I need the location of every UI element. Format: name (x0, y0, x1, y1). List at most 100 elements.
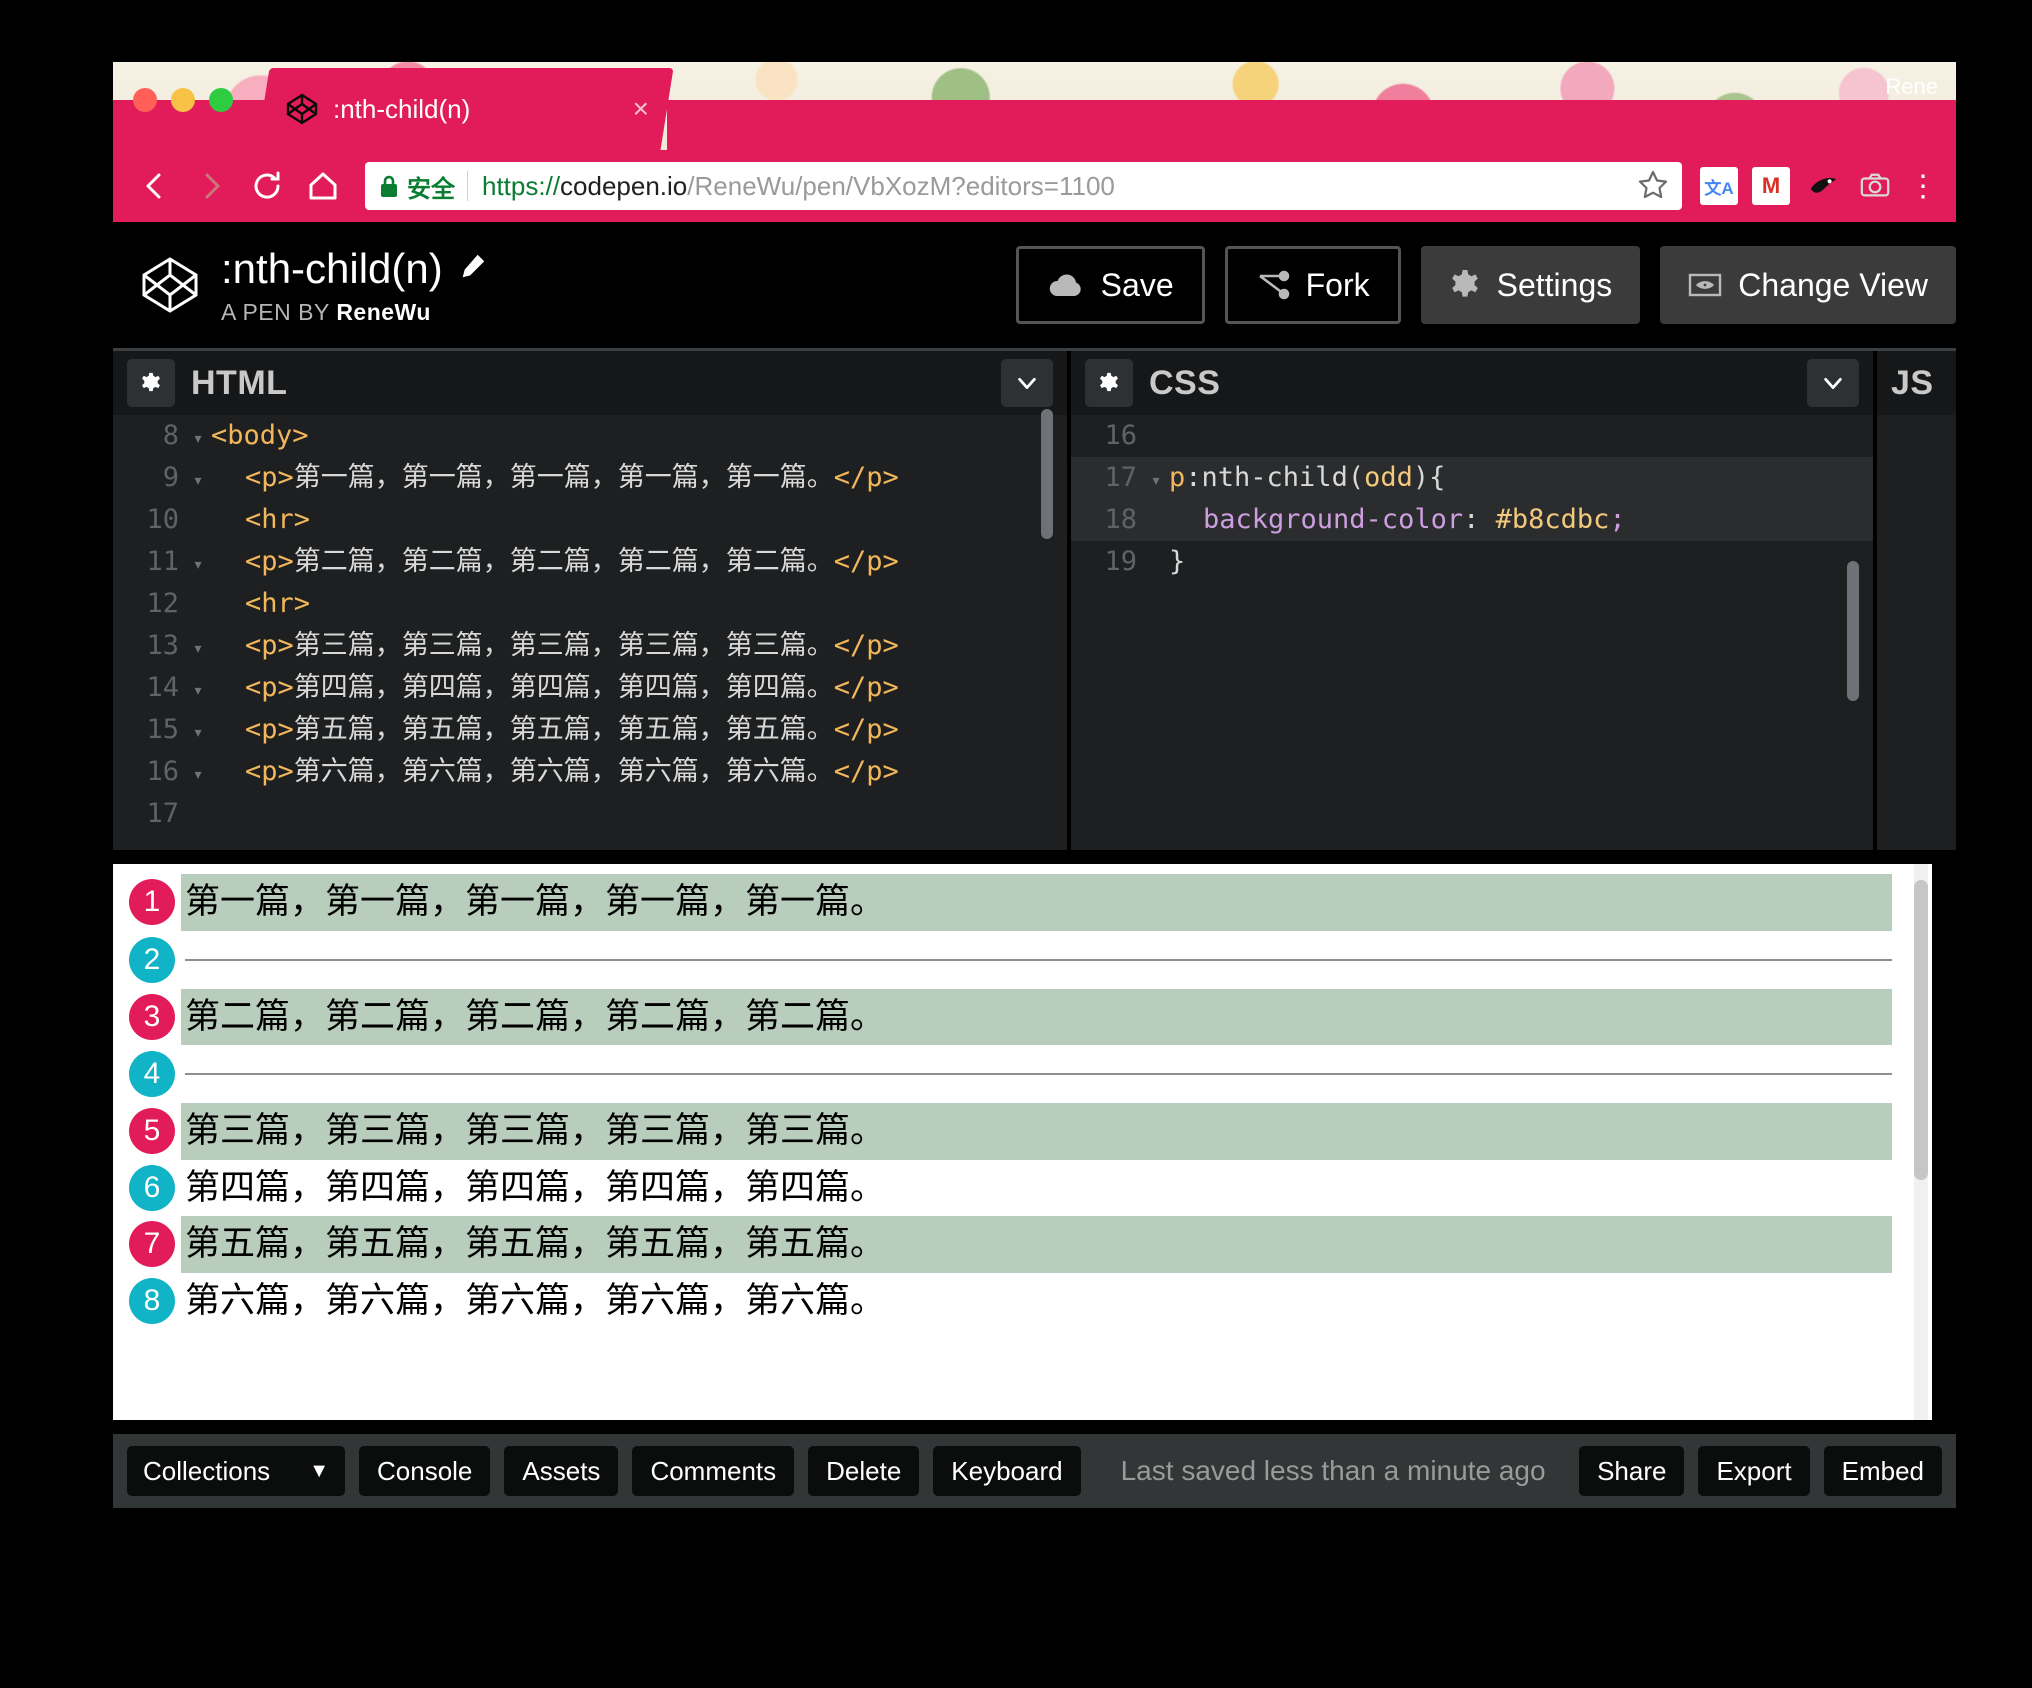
translate-extension-icon[interactable]: 文A (1700, 167, 1738, 205)
settings-button[interactable]: Settings (1420, 246, 1641, 324)
close-window-button[interactable] (133, 88, 157, 112)
child-index-badge: 7 (129, 1221, 175, 1268)
save-button-label: Save (1100, 266, 1174, 303)
css-settings-gear-icon[interactable] (1085, 359, 1133, 407)
pen-title-row: :nth-child(n) (221, 245, 487, 293)
codepen-favicon-icon (285, 92, 319, 126)
css-editor-pane: CSS 16 17 ▾ p:nth-child(odd){18 background-c… (1071, 351, 1877, 850)
bookmark-star-icon[interactable] (1622, 169, 1668, 204)
code-line: 14 ▾ <p>第四篇，第四篇，第四篇，第四篇，第四篇。</p> (113, 667, 1067, 709)
collections-dropdown-label: Collections (143, 1455, 271, 1486)
code-line-text: background-color: #b8cdbc; (1203, 504, 1626, 535)
url-scheme: https:// (482, 170, 561, 201)
child-index-badge: 2 (129, 936, 175, 983)
code-line-text: <p>第三篇，第三篇，第三篇，第三篇，第三篇。</p> (245, 630, 899, 661)
change-view-button[interactable]: Change View (1660, 246, 1956, 324)
url-text: https://codepen.io/ReneWu/pen/VbXozM?edi… (482, 171, 1115, 202)
gmail-extension-icon[interactable]: M (1752, 167, 1790, 205)
codepen-logo-icon[interactable] (139, 254, 201, 316)
secure-badge-label: 安全 (407, 175, 455, 203)
embed-button[interactable]: Embed (1823, 1446, 1942, 1496)
delete-button[interactable]: Delete (808, 1446, 920, 1496)
code-line: 16 (1071, 415, 1873, 457)
code-fold-arrow-icon[interactable]: ▾ (185, 460, 211, 502)
code-line-text: <p>第六篇，第六篇，第六篇，第六篇，第六篇。</p> (245, 756, 899, 787)
code-line: 12 <hr> (113, 583, 1067, 625)
pen-meta: :nth-child(n) A PEN BY ReneWu (221, 245, 487, 326)
minimize-window-button[interactable] (171, 88, 195, 112)
code-line: 10 <hr> (113, 499, 1067, 541)
code-fold-arrow-icon[interactable]: ▾ (185, 670, 211, 712)
code-line: 8 ▾ <body> (113, 415, 1067, 457)
forward-arrow-icon[interactable] (191, 166, 231, 206)
code-line: 16 ▾ <p>第六篇，第六篇，第六篇，第六篇，第六篇。</p> (113, 751, 1067, 793)
code-line-text: p:nth-child(odd){ (1169, 462, 1446, 493)
code-fold-arrow-icon[interactable]: ▾ (185, 418, 211, 460)
preview-paragraph-row: 3 第二篇，第二篇，第二篇，第二篇，第二篇。 (129, 988, 1892, 1045)
js-editor-label: JS (1891, 363, 1934, 402)
line-number: 16 (146, 756, 179, 787)
change-view-button-label: Change View (1738, 266, 1928, 303)
line-number: 9 (162, 462, 179, 493)
pencil-edit-icon[interactable] (459, 252, 487, 285)
pen-byline-prefix: A PEN BY (221, 298, 337, 325)
code-line: 15 ▾ <p>第五篇，第五篇，第五篇，第五篇，第五篇。</p> (113, 709, 1067, 751)
code-line: 19} (1071, 541, 1873, 583)
keyboard-button[interactable]: Keyboard (933, 1446, 1081, 1496)
pen-author[interactable]: ReneWu (336, 299, 431, 325)
preview-area: 1 第一篇，第一篇，第一篇，第一篇，第一篇。 2 3 第二篇，第二篇，第二篇，第二篇，第… (113, 850, 1956, 1434)
html-code-area[interactable]: 8 ▾ <body> 9 ▾ <p>第一篇，第一篇，第一篇，第一篇，第一篇。</p> 10 <… (113, 415, 1067, 850)
js-editor-header: JS (1877, 351, 1956, 415)
html-editor-scrollbar[interactable] (1041, 409, 1053, 539)
browser-tab-active[interactable]: :nth-child(n) × (256, 68, 674, 150)
code-line: 11 ▾ <p>第二篇，第二篇，第二篇，第二篇，第二篇。</p> (113, 541, 1067, 583)
code-fold-arrow-icon[interactable]: ▾ (1143, 460, 1169, 502)
preview-iframe[interactable]: 1 第一篇，第一篇，第一篇，第一篇，第一篇。 2 3 第二篇，第二篇，第二篇，第二篇，第… (113, 864, 1932, 1420)
browser-tab-title: :nth-child(n) (333, 93, 471, 124)
back-arrow-icon[interactable] (135, 166, 175, 206)
home-icon[interactable] (303, 166, 343, 206)
browser-profile-name[interactable]: Rene (1885, 74, 1938, 100)
line-number: 10 (146, 504, 179, 535)
html-settings-gear-icon[interactable] (127, 359, 175, 407)
share-button[interactable]: Share (1579, 1446, 1685, 1496)
close-icon[interactable]: × (633, 93, 649, 124)
window-traffic-lights[interactable] (133, 88, 233, 112)
lock-icon (379, 173, 399, 199)
line-number: 12 (146, 588, 179, 619)
html-editor-pane: HTML 8 ▾ <body> 9 ▾ <p>第一篇，第一篇，第一篇，第一篇，第一篇。</… (113, 351, 1071, 850)
chevron-down-icon: ▼ (309, 1459, 329, 1482)
chevron-down-icon[interactable] (1807, 359, 1859, 407)
save-button[interactable]: Save (1015, 246, 1205, 324)
camera-extension-icon[interactable] (1856, 167, 1894, 205)
css-code-area[interactable]: 16 17 ▾ p:nth-child(odd){18 background-color… (1071, 415, 1873, 850)
code-fold-arrow-icon[interactable]: ▾ (185, 628, 211, 670)
comments-button[interactable]: Comments (632, 1446, 795, 1496)
collections-dropdown[interactable]: Collections ▼ (127, 1446, 345, 1496)
css-editor-scrollbar[interactable] (1847, 561, 1859, 701)
child-index-badge: 1 (129, 879, 175, 926)
line-number: 18 (1104, 504, 1137, 535)
cloud-icon (1047, 272, 1085, 298)
console-button[interactable]: Console (359, 1446, 491, 1496)
maximize-window-button[interactable] (209, 88, 233, 112)
omnibox-divider (467, 171, 468, 201)
line-number: 11 (146, 546, 179, 577)
ninja-extension-icon[interactable] (1804, 167, 1842, 205)
browser-menu-icon[interactable]: ⋮ (1908, 169, 1938, 204)
code-line-text: <hr> (245, 588, 311, 619)
pen-title: :nth-child(n) (221, 244, 443, 292)
line-number: 8 (162, 420, 179, 451)
code-fold-arrow-icon[interactable]: ▾ (185, 712, 211, 754)
url-address-bar[interactable]: 安全 https://codepen.io/ReneWu/pen/VbXozM?… (365, 162, 1682, 210)
code-fold-arrow-icon[interactable]: ▾ (185, 544, 211, 586)
fork-button-label: Fork (1305, 266, 1370, 303)
assets-button[interactable]: Assets (504, 1446, 619, 1496)
reload-icon[interactable] (247, 166, 287, 206)
chevron-down-icon[interactable] (1001, 359, 1053, 407)
fork-button[interactable]: Fork (1224, 246, 1401, 324)
code-fold-arrow-icon[interactable]: ▾ (185, 754, 211, 796)
export-button[interactable]: Export (1698, 1446, 1810, 1496)
code-line-text: <p>第二篇，第二篇，第二篇，第二篇，第二篇。</p> (245, 546, 899, 577)
preview-paragraph-row: 8 第六篇，第六篇，第六篇，第六篇，第六篇。 (129, 1273, 1892, 1330)
